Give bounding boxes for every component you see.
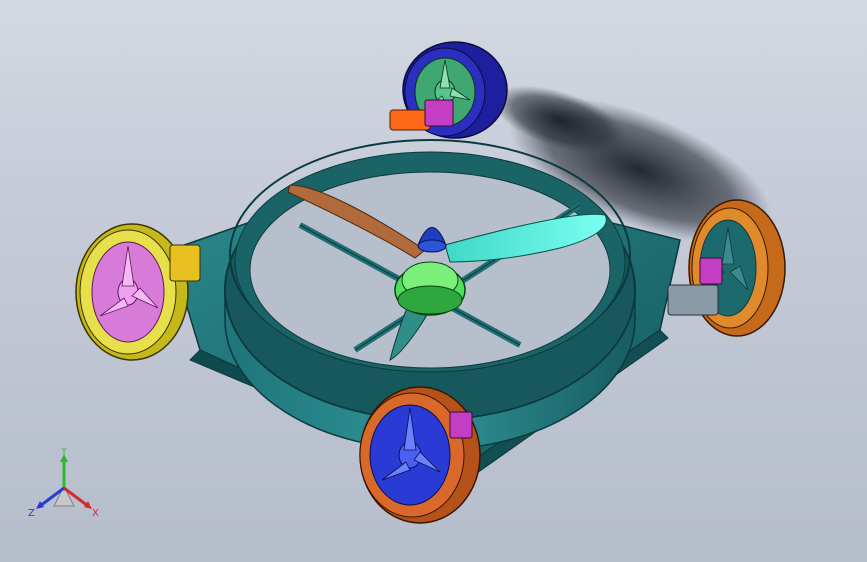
y-axis-label: Y (60, 448, 68, 457)
axis-triad[interactable]: Y X Z (26, 446, 106, 528)
model-scene[interactable] (0, 0, 867, 562)
x-axis-label: X (92, 508, 99, 519)
z-axis-label: Z (28, 508, 35, 519)
triad-graphic: Y X Z (28, 446, 99, 519)
front-wheel-motor (449, 411, 473, 439)
model-viewport[interactable]: Y X Z (0, 0, 867, 562)
left-wheel-motor (169, 244, 201, 282)
left-wheel[interactable] (75, 223, 189, 361)
front-wheel[interactable] (359, 386, 481, 524)
